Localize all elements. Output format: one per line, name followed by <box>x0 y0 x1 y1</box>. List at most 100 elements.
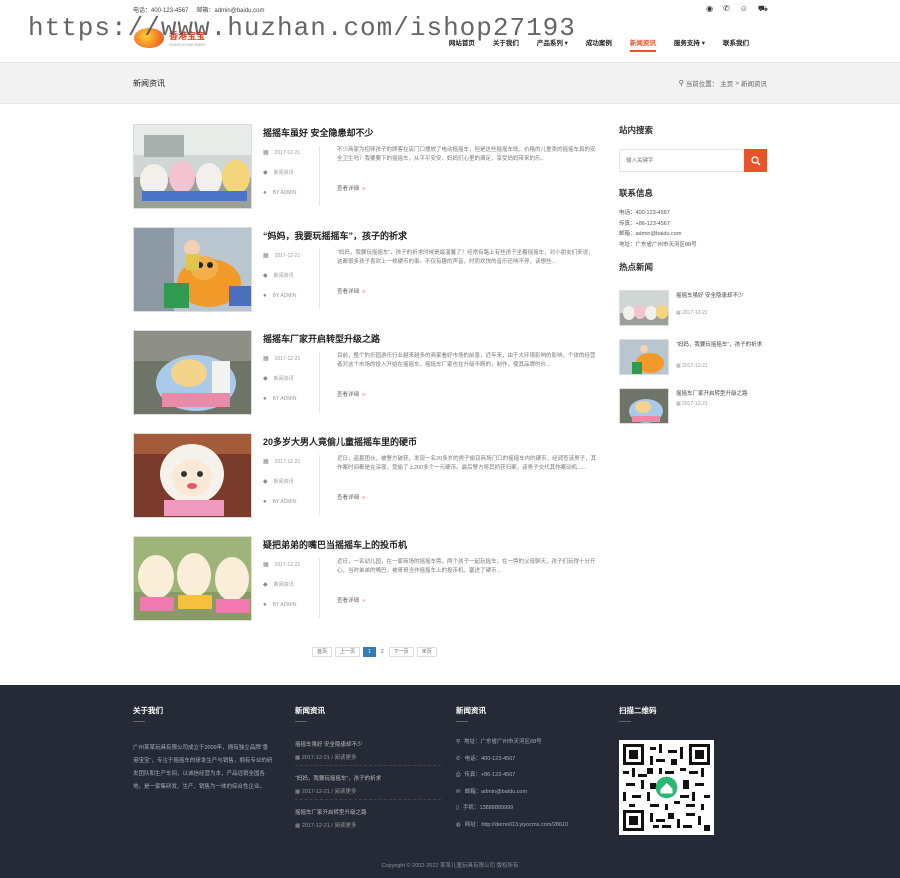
footer-news-item-title: 摇摇车虽好 安全隐患却不少 <box>295 742 363 748</box>
hot-news-item-title: “妈妈，我要玩摇摇车”，孩子的祈求 <box>676 342 763 348</box>
article-title[interactable]: 摇摇车厂家开启转型升级之路 <box>263 332 380 345</box>
chevron-right-icon: » <box>362 495 366 501</box>
logo-mark <box>134 28 164 48</box>
wechat-icon[interactable]: ✆ <box>723 4 730 14</box>
footer-contact-mobile: 手机：13888889999 <box>463 805 514 811</box>
page-number-current[interactable]: 1 <box>363 647 376 657</box>
hot-news-thumbnail <box>619 388 669 424</box>
footer-about-title: 关于我们 <box>133 706 163 715</box>
calendar-icon: ▦ <box>263 253 269 259</box>
article-title[interactable]: 摇摇车虽好 安全隐患却不少 <box>263 126 374 139</box>
contact-phone: 电话：400-123-4567 <box>619 210 670 216</box>
search-input[interactable] <box>620 150 740 171</box>
article-title[interactable]: 疑把弟弟的嘴巴当摇摇车上的投币机 <box>263 538 407 551</box>
footer-news-item-title: “妈妈，我要玩摇摇车”，孩子的祈求 <box>295 776 382 782</box>
chevron-right-icon: » <box>362 392 366 398</box>
article-excerpt: 目前，整个的乐园游乐行业越来越多的商家看好市场的前景，近年来，由于大环境影响的影… <box>337 353 596 368</box>
footer-news-item[interactable]: 摇摇车厂家开启转型升级之路 ▦ 2017-12-21 / 阅读更多 <box>295 800 441 833</box>
breadcrumb: ⚲ 当前位置： 主页 > 新闻资讯 <box>679 78 767 89</box>
hot-news-item[interactable]: 摇摇车虽好 安全隐患却不少 ▦ 2017-12-21 <box>619 290 767 339</box>
calendar-icon: ▦ <box>295 823 302 829</box>
footer-about: 关于我们 广州某某玩具有限公司成立于2009年，拥有独立品牌“香港宝宝”，专注于… <box>133 705 273 794</box>
article-date: 2017-12-21 <box>274 459 301 465</box>
footer-contact-email: 邮箱：admin@baidu.com <box>464 788 528 795</box>
page-first[interactable]: 首页 <box>312 647 333 657</box>
article-category[interactable]: 新闻资讯 <box>274 273 294 279</box>
page-next[interactable]: 下一页 <box>388 647 414 657</box>
read-more-link[interactable]: 查看详细» <box>337 184 365 192</box>
read-more-link[interactable]: 查看详细» <box>337 596 365 604</box>
tag-icon: ◆ <box>263 582 268 588</box>
hot-news-item[interactable]: “妈妈，我要玩摇摇车”，孩子的祈求 ▦ 2017-12-21 <box>619 339 767 388</box>
cart-icon[interactable]: ⛟ <box>758 4 768 14</box>
footer-news: 新闻资讯 摇摇车虽好 安全隐患却不少 ▦ 2017-12-21 / 阅读更多 “… <box>295 705 441 833</box>
hot-news-date: 2017-12-21 <box>682 310 708 316</box>
article-category[interactable]: 新闻资讯 <box>274 376 294 382</box>
copyright: Copyright © 2002-2022 某某儿童玩具有限公司 版权所有 <box>381 863 519 869</box>
user-icon: ● <box>263 499 267 505</box>
calendar-icon: ▦ <box>263 562 269 568</box>
article-title[interactable]: “妈妈，我要玩摇摇车”，孩子的祈求 <box>263 229 407 242</box>
calendar-icon: ▦ <box>295 789 302 795</box>
nav-support[interactable]: 服务支持 ▾ <box>665 39 714 55</box>
footer-contact-list: ⚲ 地址：广东省广州市天河区88号 ✆ 电话：400-123-4567 ⎙ 传真：+8… <box>456 734 568 833</box>
site-logo[interactable]: 香港宝宝 HONG KONG BABY <box>134 28 206 48</box>
article-excerpt: 近日，一名幼儿园，在一家商场的摇摇车旁，两个孩子一起玩摇车，在一旁的父母聊天，孩… <box>337 559 596 574</box>
footer-news-date: 2017-12-21 / 阅读更多 <box>301 823 357 829</box>
chevron-right-icon: » <box>362 289 366 295</box>
article-thumbnail[interactable] <box>133 227 252 312</box>
article-author: BY ADMIN <box>272 293 297 299</box>
read-more-link[interactable]: 查看详细» <box>337 287 365 295</box>
article-title[interactable]: 20多岁大男人竟偷儿童摇摇车里的硬币 <box>263 435 417 448</box>
article-author: BY ADMIN <box>272 190 297 196</box>
read-more-link[interactable]: 查看详细» <box>337 390 365 398</box>
weibo-icon[interactable]: ◉ <box>706 4 713 14</box>
nav-news[interactable]: 新闻资讯 <box>621 39 665 55</box>
article-category[interactable]: 新闻资讯 <box>274 170 294 176</box>
article-thumbnail[interactable] <box>133 124 252 209</box>
footer-contact-address: 地址：广东省广州市天河区88号 <box>464 739 542 745</box>
hot-news-thumbnail <box>619 290 669 326</box>
footer-news-date: 2017-12-21 / 阅读更多 <box>301 755 357 761</box>
article-author: BY ADMIN <box>272 396 297 402</box>
user-icon: ● <box>263 602 267 608</box>
calendar-icon: ▦ <box>263 459 269 465</box>
footer-news-item[interactable]: “妈妈，我要玩摇摇车”，孩子的祈求 ▦ 2017-12-21 / 阅读更多 <box>295 766 441 800</box>
hot-news-item[interactable]: 摇摇车厂家开启转型升级之路 ▦ 2017-12-21 <box>619 388 767 437</box>
article-thumbnail[interactable] <box>133 433 252 518</box>
footer-news-item[interactable]: 摇摇车虽好 安全隐患却不少 ▦ 2017-12-21 / 阅读更多 <box>295 732 441 766</box>
article-thumbnail[interactable] <box>133 330 252 415</box>
contact-address: 地址：广东省广州市天河区88号 <box>619 241 697 248</box>
page-number[interactable]: 2 <box>379 647 386 657</box>
article-category[interactable]: 新闻资讯 <box>274 582 294 588</box>
qq-icon[interactable]: ☺ <box>740 4 748 14</box>
calendar-icon: ▦ <box>295 755 302 761</box>
meta-divider <box>319 455 320 515</box>
article-date: 2017-12-21 <box>274 150 301 156</box>
nav-contact[interactable]: 联系我们 <box>714 39 758 55</box>
top-header: 电话：400-123-4567 邮箱：admin@baidu.com ◉ ✆ ☺… <box>0 0 900 62</box>
search-button[interactable] <box>744 149 767 172</box>
nav-about[interactable]: 关于我们 <box>484 39 528 55</box>
page-last[interactable]: 末页 <box>416 647 437 657</box>
hot-news-item-title: 摇摇车虽好 安全隐患却不少 <box>676 293 744 299</box>
social-links: ◉ ✆ ☺ ⛟ <box>706 4 768 14</box>
page-prev[interactable]: 上一页 <box>335 647 361 657</box>
article-date: 2017-12-21 <box>274 356 301 362</box>
footer-contact-title: 新闻资讯 <box>456 706 486 715</box>
nav-home[interactable]: 网站首页 <box>440 39 484 55</box>
mobile-icon: ▯ <box>456 805 460 811</box>
breadcrumb-home[interactable]: 主页 <box>720 78 733 88</box>
read-more-link[interactable]: 查看详细» <box>337 493 365 501</box>
hot-news-list: 摇摇车虽好 安全隐患却不少 ▦ 2017-12-21 “妈妈，我要玩摇摇车”，孩… <box>619 290 767 437</box>
article-category[interactable]: 新闻资讯 <box>274 479 294 485</box>
logo-subtext: HONG KONG BABY <box>169 42 206 47</box>
user-icon: ● <box>263 190 267 196</box>
footer-qr: 扫描二维码 <box>619 705 714 835</box>
calendar-icon: ▦ <box>263 356 269 362</box>
article-thumbnail[interactable] <box>133 536 252 621</box>
nav-products[interactable]: 产品系列 ▾ <box>528 39 577 55</box>
mail-icon: ✉ <box>456 788 461 795</box>
nav-cases[interactable]: 成功案例 <box>577 39 621 55</box>
header-contact-line: 电话：400-123-4567 邮箱：admin@baidu.com <box>133 5 265 14</box>
